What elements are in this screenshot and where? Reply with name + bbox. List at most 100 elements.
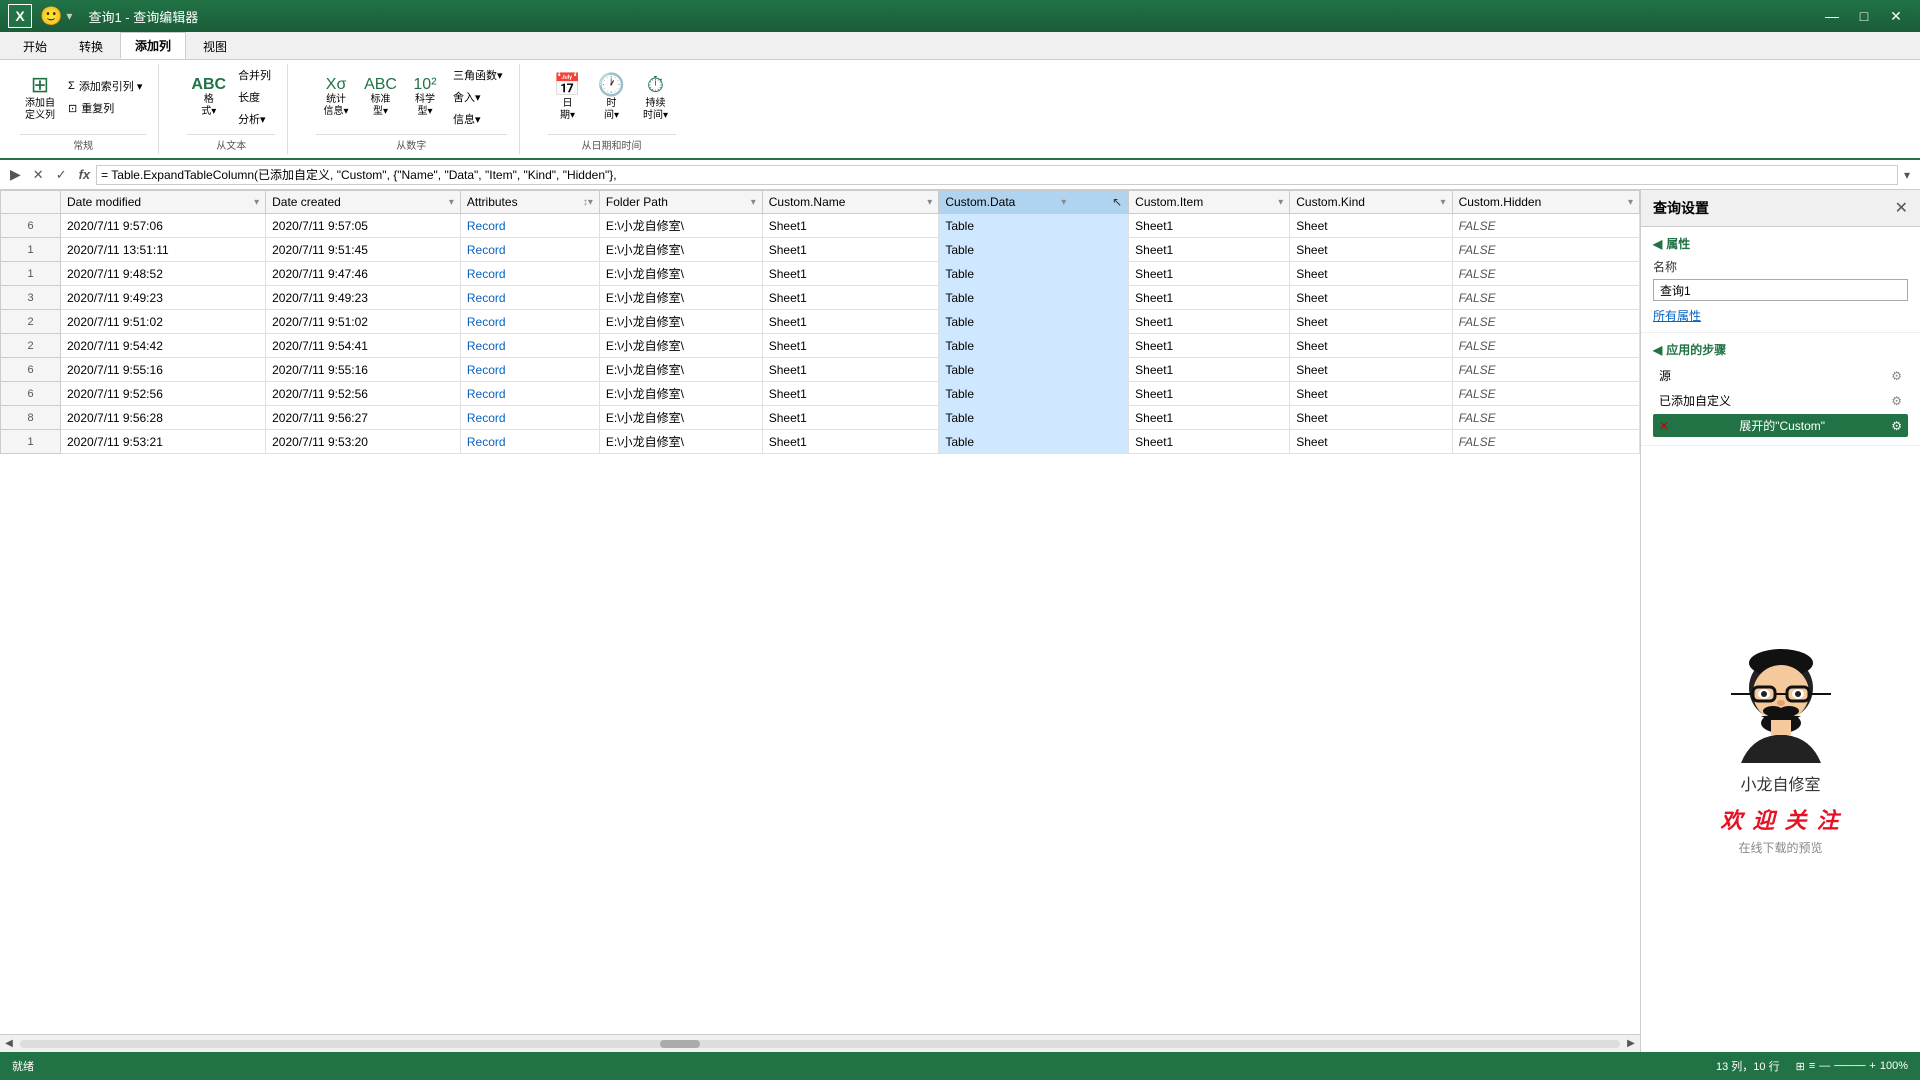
sort-custom-data[interactable]: ▾ — [1061, 197, 1066, 208]
view-icon1[interactable]: ⊞ — [1796, 1060, 1805, 1073]
rounding-button[interactable]: 舍入▾ — [449, 87, 507, 107]
sort-custom-item[interactable]: ▾ — [1278, 197, 1283, 208]
step-name: 展开的"Custom" — [1739, 417, 1825, 434]
table-row: 12020/7/11 13:51:112020/7/11 9:51:45Reco… — [1, 238, 1640, 262]
tab-start[interactable]: 开始 — [8, 33, 62, 59]
standard-icon: ABC — [364, 76, 397, 94]
table-cell: 2020/7/11 9:51:02 — [61, 310, 266, 334]
window-title: 查询1 - 查询编辑器 — [88, 7, 1816, 26]
table-cell: Record — [460, 406, 599, 430]
col-header-date-modified[interactable]: Date modified ▾ — [61, 191, 266, 214]
tab-transform[interactable]: 转换 — [64, 33, 118, 59]
scroll-thumb[interactable] — [660, 1040, 700, 1048]
add-custom-column-button[interactable]: ⊞ 添加自定义列 — [20, 70, 60, 124]
scroll-track[interactable] — [20, 1040, 1620, 1048]
formula-expand-button[interactable]: ▾ — [1898, 166, 1916, 184]
nav-arrow[interactable]: ▶ — [4, 164, 27, 185]
formula-cancel-button[interactable]: ✕ — [27, 165, 50, 185]
scroll-right-button[interactable]: ▶ — [1622, 1035, 1640, 1053]
col-header-rownum — [1, 191, 61, 214]
number-info-button[interactable]: 信息▾ — [449, 109, 507, 129]
col-header-folder-path[interactable]: Folder Path ▾ — [599, 191, 762, 214]
format-button[interactable]: ABC 格式▾ — [187, 74, 230, 120]
table-cell: Table — [939, 358, 1129, 382]
table-cell: Table — [939, 310, 1129, 334]
ribbon-group-text-label: 从文本 — [187, 134, 275, 154]
col-header-custom-hidden[interactable]: Custom.Hidden ▾ — [1452, 191, 1639, 214]
panel-close-button[interactable]: ✕ — [1895, 198, 1908, 218]
gear-icon[interactable]: ⚙ — [1891, 369, 1902, 383]
sort-attributes[interactable]: ↕▾ — [583, 197, 593, 208]
sort-date-modified[interactable]: ▾ — [254, 197, 259, 208]
col-header-custom-name[interactable]: Custom.Name ▾ — [762, 191, 939, 214]
maximize-button[interactable]: □ — [1848, 0, 1880, 32]
table-cell: Sheet1 — [762, 334, 939, 358]
scroll-left-button[interactable]: ◀ — [0, 1035, 18, 1053]
sort-custom-hidden[interactable]: ▾ — [1628, 197, 1633, 208]
properties-label: 属性 — [1666, 235, 1690, 252]
date-button[interactable]: 📅 日期▾ — [548, 70, 588, 124]
length-button[interactable]: 长度 — [234, 87, 275, 107]
zoom-in-button[interactable]: + — [1869, 1060, 1875, 1072]
zoom-controls: ⊞ ≡ — ──── + 100% — [1796, 1060, 1908, 1073]
step-item[interactable]: 已添加自定义⚙ — [1653, 389, 1908, 412]
properties-section-title[interactable]: ◀ 属性 — [1653, 235, 1908, 252]
sort-date-created[interactable]: ▾ — [449, 197, 454, 208]
formula-bar: ▶ ✕ ✓ fx ▾ — [0, 160, 1920, 190]
titlebar: X 🙂 ▾ 查询1 - 查询编辑器 — □ ✕ — [0, 0, 1920, 32]
close-button[interactable]: ✕ — [1880, 0, 1912, 32]
panel-title: 查询设置 — [1653, 198, 1709, 218]
duplicate-column-button[interactable]: ⊡ 重复列 — [64, 98, 146, 118]
panel-header: 查询设置 ✕ — [1641, 190, 1920, 227]
sort-custom-name[interactable]: ▾ — [927, 197, 932, 208]
step-item[interactable]: 源⚙ — [1653, 364, 1908, 387]
statistics-label: 统计信息▾ — [324, 94, 349, 118]
tab-add-column[interactable]: 添加列 — [120, 32, 186, 59]
standard-button[interactable]: ABC 标准型▾ — [360, 74, 401, 120]
table-wrap[interactable]: Date modified ▾ Date created ▾ — [0, 190, 1640, 1034]
formula-confirm-button[interactable]: ✓ — [50, 165, 73, 185]
table-cell: Record — [460, 382, 599, 406]
dup-icon: ⊡ — [68, 102, 77, 115]
query-name-input[interactable] — [1653, 279, 1908, 301]
gear-icon[interactable]: ⚙ — [1891, 419, 1902, 433]
table-cell: E:\小龙自修室\ — [599, 310, 762, 334]
step-actions: ⚙ — [1891, 369, 1902, 383]
table-cell: Sheet1 — [1129, 382, 1290, 406]
add-index-column-button[interactable]: Σ 添加索引列 ▾ — [64, 76, 146, 96]
statistics-button[interactable]: Xσ 统计信息▾ — [316, 74, 356, 120]
steps-section-title[interactable]: ◀ 应用的步骤 — [1653, 341, 1908, 358]
trig-button[interactable]: 三角函数▾ — [449, 65, 507, 85]
col-header-attributes[interactable]: Attributes ↕▾ — [460, 191, 599, 214]
table-cell: 2020/7/11 9:55:16 — [266, 358, 461, 382]
all-properties-link[interactable]: 所有属性 — [1653, 309, 1701, 323]
table-row: 22020/7/11 9:54:422020/7/11 9:54:41Recor… — [1, 334, 1640, 358]
formula-input[interactable] — [96, 165, 1898, 185]
status-right: 13 列，10 行 ⊞ ≡ — ──── + 100% — [1716, 1058, 1908, 1074]
sort-custom-kind[interactable]: ▾ — [1441, 197, 1446, 208]
zoom-slider[interactable]: ──── — [1834, 1060, 1865, 1072]
gear-icon[interactable]: ⚙ — [1891, 394, 1902, 408]
table-cell: 2020/7/11 9:56:28 — [61, 406, 266, 430]
view-icon2[interactable]: ≡ — [1809, 1060, 1815, 1072]
merge-columns-button[interactable]: 合并列 — [234, 65, 275, 85]
zoom-out-button[interactable]: — — [1819, 1060, 1830, 1072]
col-header-custom-item[interactable]: Custom.Item ▾ — [1129, 191, 1290, 214]
cursor-indicator: ↖ — [1112, 195, 1122, 209]
horizontal-scrollbar[interactable]: ◀ ▶ — [0, 1034, 1640, 1052]
col-header-date-created[interactable]: Date created ▾ — [266, 191, 461, 214]
scientific-button[interactable]: 10² 科学型▾ — [405, 74, 445, 120]
step-item[interactable]: ✕展开的"Custom"⚙ — [1653, 414, 1908, 437]
parse-button[interactable]: 分析▾ — [234, 109, 275, 129]
duration-button[interactable]: ⏱ 持续时间▾ — [636, 70, 676, 124]
table-cell: Record — [460, 334, 599, 358]
table-cell: 2 — [1, 334, 61, 358]
table-cell: 2020/7/11 9:52:56 — [61, 382, 266, 406]
sort-folder-path[interactable]: ▾ — [751, 197, 756, 208]
col-header-custom-kind[interactable]: Custom.Kind ▾ — [1290, 191, 1452, 214]
col-header-custom-data[interactable]: Custom.Data ▾ ↖ — [939, 191, 1129, 214]
table-cell: E:\小龙自修室\ — [599, 214, 762, 238]
tab-view[interactable]: 视图 — [188, 33, 242, 59]
minimize-button[interactable]: — — [1816, 0, 1848, 32]
time-button[interactable]: 🕐 时间▾ — [592, 70, 632, 124]
